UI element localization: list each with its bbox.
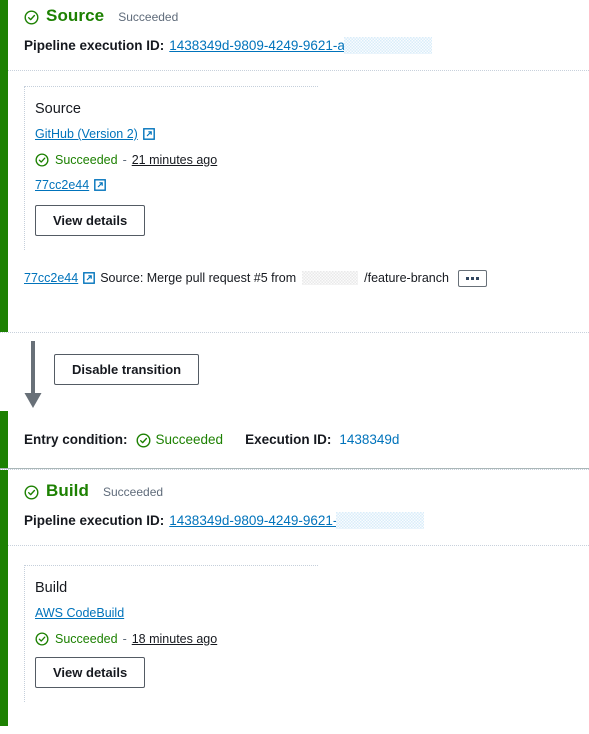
build-action-time[interactable]: 18 minutes ago [132,632,217,646]
build-stage-accent-bar [0,470,8,726]
source-action-commit-link[interactable]: 77cc2e44 [35,178,89,192]
down-arrow-icon [22,341,44,409]
build-pipeline-execution-id-redaction [336,512,425,529]
source-stage: Source Succeeded Pipeline execution ID: … [0,0,589,332]
build-action-card: Build AWS CodeBuild Succeeded - 18 minut… [24,565,318,702]
build-pipeline-execution-id[interactable]: 1438349d-9809-4249-9621- [169,513,337,528]
source-revision-message-after: /feature-branch [364,271,449,285]
check-circle-icon [24,10,39,25]
external-link-icon[interactable] [142,128,155,140]
source-action-status: Succeeded [55,152,118,167]
build-action-status-row: Succeeded - 18 minutes ago [35,631,318,646]
build-stage: Build Succeeded Pipeline execution ID: 1… [0,470,589,726]
build-stage-inner: Build Succeeded Pipeline execution ID: 1… [0,470,589,529]
source-action-card-wrap: Source GitHub (Version 2) Succeeded - 21… [0,71,589,250]
check-circle-icon [35,632,50,647]
source-pipeline-execution-id-redaction [343,37,432,54]
source-revision-row: 77cc2e44 Source: Merge pull request #5 f… [0,260,589,296]
source-action-separator: - [122,152,127,167]
ellipsis-icon[interactable] [457,269,487,287]
source-action-provider-row: GitHub (Version 2) [35,127,318,141]
check-circle-icon [24,485,39,500]
check-circle-icon [136,433,151,448]
source-action-card: Source GitHub (Version 2) Succeeded - 21… [24,86,318,250]
source-stage-accent-bar [0,0,8,332]
entry-condition-status-group: Succeeded [136,432,224,448]
source-action-status-row: Succeeded - 21 minutes ago [35,152,318,167]
build-pipeline-execution-line: Pipeline execution ID: 1438349d-9809-424… [24,512,577,529]
source-action-name: Source [35,101,81,117]
build-action-provider-link[interactable]: AWS CodeBuild [35,606,124,620]
source-revision-commit-link[interactable]: 77cc2e44 [24,271,78,285]
build-action-separator: - [122,631,127,646]
source-stage-title: Source [46,6,105,25]
source-action-commit-row: 77cc2e44 [35,178,318,192]
build-action-card-wrap: Build AWS CodeBuild Succeeded - 18 minut… [0,546,589,702]
build-stage-header: Build Succeeded [24,470,577,501]
build-stage-status: Succeeded [103,485,164,499]
source-pipeline-execution-label: Pipeline execution ID: [24,38,165,53]
entry-condition-accent-bar [0,411,8,468]
source-pipeline-execution-id[interactable]: 1438349d-9809-4249-9621-a [169,38,345,53]
source-stage-inner: Source Succeeded Pipeline execution ID: … [0,0,589,54]
build-action-status: Succeeded [55,631,118,646]
disable-transition-wrap: Disable transition [54,354,200,385]
source-revision-message-before: Source: Merge pull request #5 from [100,271,297,285]
build-view-details-button[interactable]: View details [35,657,146,688]
external-link-icon[interactable] [94,179,107,191]
entry-condition-label: Entry condition: [24,432,128,447]
build-action-name: Build [35,580,68,596]
build-pipeline-execution-label: Pipeline execution ID: [24,513,165,528]
entry-condition-row: Entry condition: Succeeded Execution ID:… [0,411,589,468]
source-stage-header: Source Succeeded [24,0,577,26]
entry-condition-status: Succeeded [155,432,224,447]
build-stage-title: Build [46,481,89,500]
entry-condition-execution-id[interactable]: 1438349d [339,432,399,447]
stage-transition: Disable transition [0,333,589,411]
entry-condition-execution-label: Execution ID: [245,432,332,447]
external-link-icon[interactable] [83,272,96,284]
build-action-provider-row: AWS CodeBuild [35,606,318,620]
check-circle-icon [35,153,50,168]
entry-condition-stage: Entry condition: Succeeded Execution ID:… [0,411,589,468]
disable-transition-button[interactable]: Disable transition [54,354,200,385]
source-action-provider-link[interactable]: GitHub (Version 2) [35,127,138,141]
source-revision-redaction [302,271,359,285]
source-action-time[interactable]: 21 minutes ago [132,153,217,167]
source-pipeline-execution-line: Pipeline execution ID: 1438349d-9809-424… [24,37,577,54]
source-view-details-button[interactable]: View details [35,205,146,236]
source-stage-status: Succeeded [118,10,179,24]
